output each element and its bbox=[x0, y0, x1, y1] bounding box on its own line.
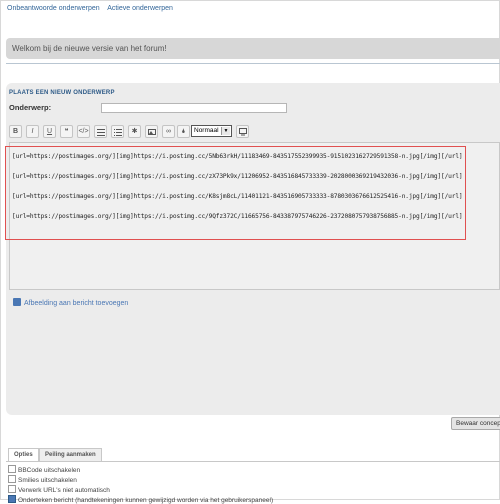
italic-icon[interactable]: I bbox=[26, 125, 39, 138]
link-icon[interactable]: ∞ bbox=[162, 125, 175, 138]
top-nav: Onbeantwoorde onderwerpen Actieve onderw… bbox=[7, 5, 179, 12]
tab-divider bbox=[6, 461, 500, 462]
subject-label: Onderwerp: bbox=[9, 103, 52, 112]
image-icon[interactable] bbox=[145, 125, 158, 138]
option-bbcode[interactable]: BBCode uitschakelen bbox=[8, 465, 80, 474]
preview-icon[interactable] bbox=[236, 125, 249, 138]
checkbox[interactable] bbox=[8, 495, 16, 503]
font-size-value: Normaal bbox=[194, 127, 219, 134]
checkbox[interactable] bbox=[8, 475, 16, 483]
active-topics-link[interactable]: Actieve onderwerpen bbox=[107, 5, 173, 12]
message-line: [url=https://postimages.org/][img]https:… bbox=[12, 173, 463, 180]
quote-icon[interactable]: ❝ bbox=[60, 125, 73, 138]
option-urls[interactable]: Verwerk URL's niet automatisch bbox=[8, 485, 110, 494]
subject-input[interactable] bbox=[101, 103, 287, 113]
tab-poll[interactable]: Peiling aanmaken bbox=[39, 448, 102, 461]
code-icon[interactable]: </> bbox=[77, 125, 90, 138]
chevron-down-icon: ▼ bbox=[221, 127, 230, 135]
announcement-banner: Welkom bij de nieuwe versie van het foru… bbox=[6, 38, 500, 59]
list-item-icon[interactable]: ✱ bbox=[128, 125, 141, 138]
save-draft-button[interactable]: Bewaar concept bbox=[451, 417, 500, 430]
font-size-select[interactable]: Normaal ▼ bbox=[191, 125, 232, 137]
message-line: [url=https://postimages.org/][img]https:… bbox=[12, 193, 463, 200]
ordered-list-icon[interactable] bbox=[111, 125, 124, 138]
add-image-link[interactable]: Afbeelding aan bericht toevoegen bbox=[13, 298, 128, 307]
message-line: [url=https://postimages.org/][img]https:… bbox=[12, 153, 463, 160]
image-icon bbox=[13, 298, 21, 306]
color-icon[interactable]: 🌢 bbox=[177, 125, 190, 138]
bold-icon[interactable]: B bbox=[9, 125, 22, 138]
announcement-text: Welkom bij de nieuwe versie van het foru… bbox=[12, 44, 167, 53]
checkbox[interactable] bbox=[8, 465, 16, 473]
unanswered-topics-link[interactable]: Onbeantwoorde onderwerpen bbox=[7, 5, 100, 12]
add-image-label: Afbeelding aan bericht toevoegen bbox=[24, 300, 129, 307]
tab-options[interactable]: Opties bbox=[8, 448, 39, 461]
list-icon[interactable] bbox=[94, 125, 107, 138]
divider bbox=[6, 63, 500, 64]
option-smilies[interactable]: Smilies uitschakelen bbox=[8, 475, 77, 484]
panel-title: PLAATS EEN NIEUW ONDERWERP bbox=[9, 90, 115, 96]
message-line: [url=https://postimages.org/][img]https:… bbox=[12, 213, 463, 220]
checkbox[interactable] bbox=[8, 485, 16, 493]
underline-icon[interactable]: U bbox=[43, 125, 56, 138]
